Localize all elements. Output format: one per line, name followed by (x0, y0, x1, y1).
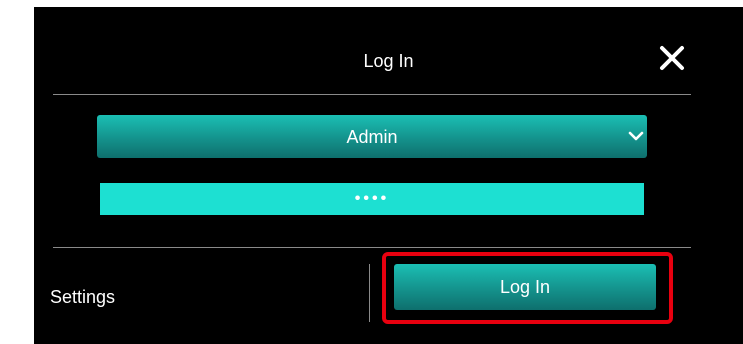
close-icon (657, 43, 687, 73)
chevron-down-icon (628, 128, 644, 144)
close-button[interactable] (657, 43, 687, 73)
dialog-title: Log In (363, 51, 414, 71)
user-select[interactable]: Admin (97, 115, 647, 158)
login-button[interactable]: Log In (394, 264, 656, 310)
header-divider (53, 94, 691, 95)
footer-divider (53, 247, 691, 248)
settings-link[interactable]: Settings (50, 287, 115, 307)
footer-vertical-divider (369, 264, 370, 322)
user-select-value: Admin (346, 127, 398, 147)
password-field[interactable] (100, 183, 644, 215)
